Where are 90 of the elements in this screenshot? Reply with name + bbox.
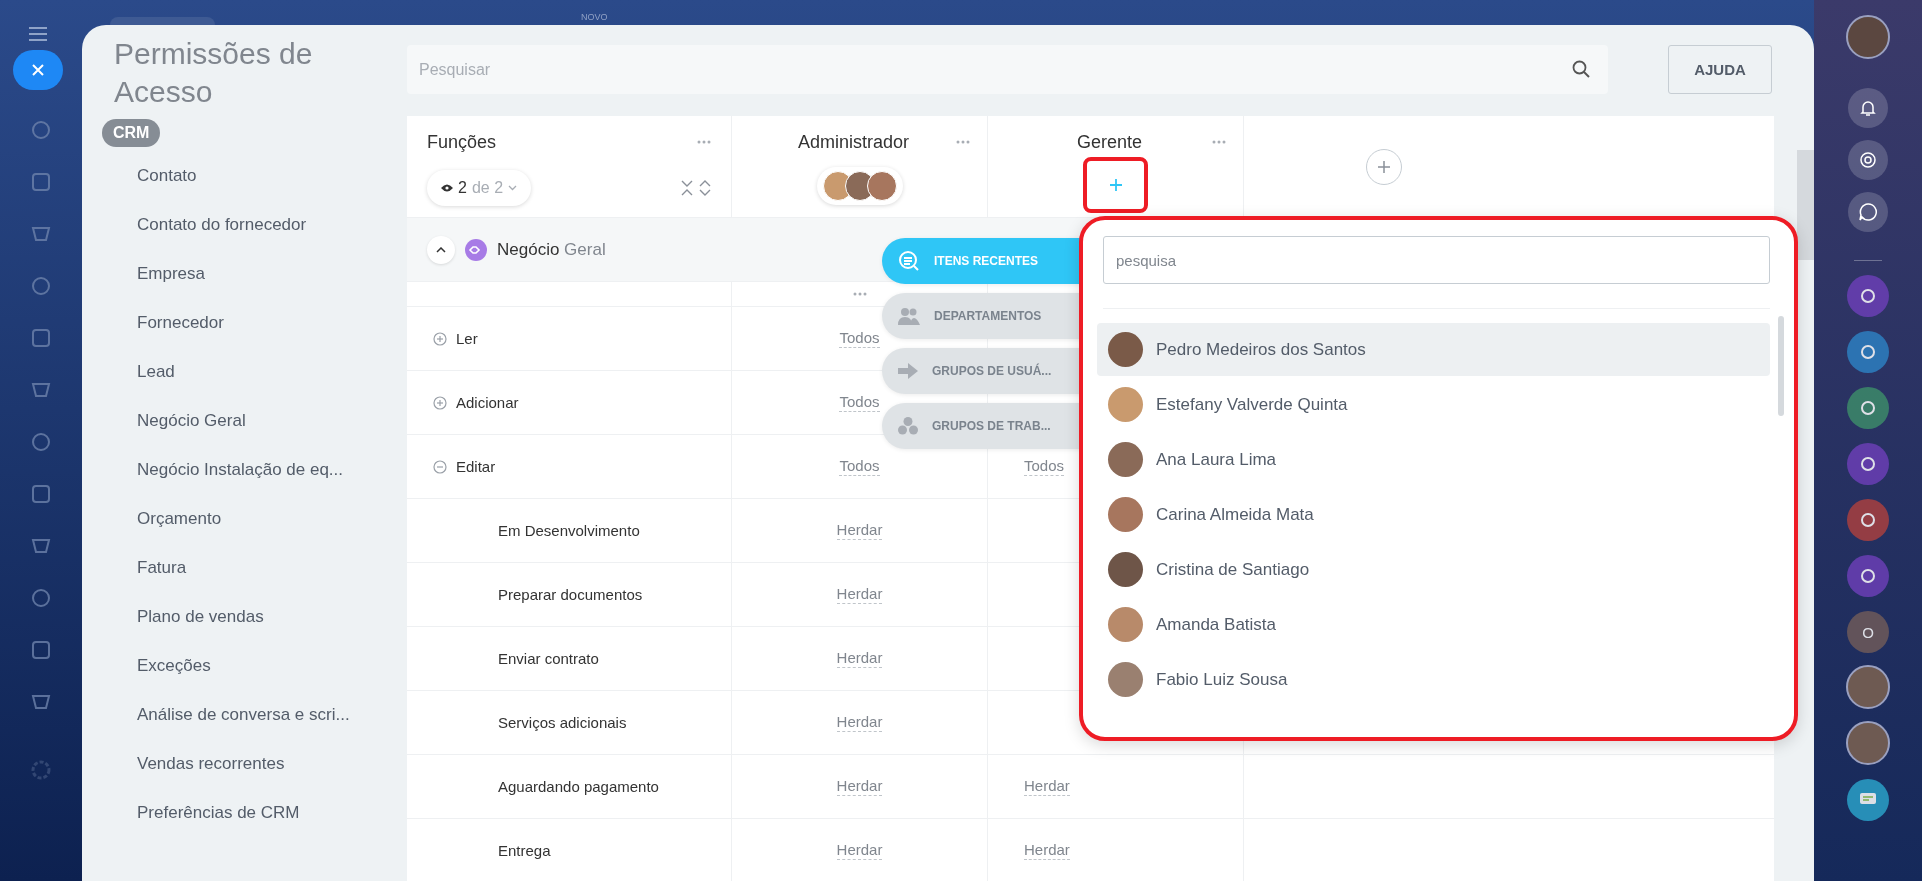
sidebar-item[interactable]: Fornecedor [137, 298, 224, 347]
access-level-link[interactable]: Herdar [836, 521, 883, 540]
hexagons-icon [898, 417, 918, 435]
search-field[interactable]: Pesquisar [407, 45, 1608, 94]
sidebar-item[interactable]: Lead [137, 347, 175, 396]
access-level-link[interactable]: Herdar [836, 841, 883, 860]
sidebar-item[interactable]: Contato do fornecedor [137, 200, 307, 249]
scrollbar-thumb[interactable] [1778, 316, 1784, 416]
permission-label: Aguardando pagamento [498, 778, 659, 795]
access-level-link[interactable]: Herdar [836, 713, 883, 732]
more-icon[interactable] [852, 292, 867, 296]
column-title: Administrador [797, 131, 909, 153]
plus-circle-icon[interactable] [433, 395, 447, 410]
more-icon[interactable] [697, 140, 711, 144]
menu-icon[interactable] [29, 27, 47, 41]
sidebar-item[interactable]: Negócio Instalação de eq... [137, 445, 344, 494]
scrollbar-thumb[interactable] [1797, 150, 1814, 260]
avatar [1108, 662, 1143, 697]
sidebar-item[interactable]: Empresa [137, 249, 206, 298]
filter-button[interactable]: 2 de 2 [427, 170, 532, 206]
plus-icon [1108, 178, 1123, 192]
person-item[interactable]: Amanda Batista [1097, 598, 1770, 651]
new-label: NOVO [581, 12, 608, 22]
minus-circle-icon[interactable] [433, 459, 447, 474]
permission-label: Adicionar [456, 394, 519, 411]
avatar [1108, 497, 1143, 532]
caret-icon [508, 185, 518, 191]
column-title: Gerente [1076, 131, 1142, 153]
search-field[interactable]: pesquisa [1103, 236, 1770, 284]
chat-icon[interactable] [1848, 192, 1888, 232]
arrow-icon [898, 363, 918, 379]
collapse-button[interactable] [427, 235, 455, 264]
permission-label: Ler [456, 330, 478, 347]
permission-label: Serviços adicionais [498, 714, 627, 731]
chevron-icon [436, 246, 446, 253]
plus-icon [1378, 161, 1390, 173]
expand-icon[interactable] [699, 180, 711, 196]
more-icon[interactable] [956, 140, 970, 144]
collapse-icon[interactable] [681, 180, 693, 196]
permission-label: Preparar documentos [498, 586, 643, 603]
sidebar-item[interactable]: Orçamento [137, 494, 222, 543]
section-tag: CRM [102, 119, 161, 147]
permission-label: Enviar contrato [498, 650, 599, 667]
group-title: Negócio Geral [497, 239, 606, 260]
avatar [1108, 332, 1143, 367]
help-button[interactable]: AJUDA [1668, 45, 1772, 94]
bell-icon[interactable] [1848, 88, 1888, 128]
close-button[interactable] [13, 50, 63, 90]
access-level-link[interactable]: Todos [839, 393, 880, 412]
avatar [1108, 607, 1143, 642]
search-list-icon [898, 250, 920, 272]
column-title: Funções [427, 131, 497, 153]
access-level-link[interactable]: Herdar [1024, 777, 1070, 796]
access-level-link[interactable]: Herdar [836, 649, 883, 668]
access-level-link[interactable]: Todos [839, 457, 880, 476]
person-item[interactable]: Fabio Luiz Sousa [1097, 653, 1770, 706]
person-item[interactable]: Cristina de Santiago [1097, 543, 1770, 596]
user-avatar[interactable] [1846, 665, 1890, 709]
access-level-link[interactable]: Herdar [836, 585, 883, 604]
avatar [1108, 387, 1143, 422]
user-avatar[interactable] [1846, 721, 1890, 765]
access-level-link[interactable]: Herdar [1024, 841, 1070, 860]
sidebar-item[interactable]: Negócio Geral [137, 396, 246, 445]
eye-icon [441, 184, 453, 192]
person-item[interactable]: Carina Almeida Mata [1097, 488, 1770, 541]
permission-label: Em Desenvolvimento [498, 522, 640, 539]
permission-label: Entrega [498, 842, 551, 859]
person-item[interactable]: Pedro Medeiros dos Santos [1097, 323, 1770, 376]
add-column-button[interactable] [1366, 149, 1402, 185]
close-icon [31, 63, 45, 77]
initial-avatar[interactable]: O [1847, 611, 1889, 653]
page-title: Permissões de Acesso [114, 36, 314, 110]
message-icon[interactable] [1847, 779, 1889, 821]
sidebar-item[interactable]: Contato [137, 151, 197, 200]
sidebar-item[interactable]: Exceções [137, 641, 211, 690]
access-level-link[interactable]: Herdar [836, 777, 883, 796]
access-level-link[interactable]: Todos [1024, 457, 1065, 476]
sidebar-item[interactable]: Vendas recorrentes [137, 739, 285, 788]
search-icon[interactable] [1572, 60, 1590, 78]
sidebar-item[interactable]: Plano de vendas [137, 592, 264, 641]
user-avatar[interactable] [1846, 15, 1890, 59]
sidebar-item[interactable]: Análise de conversa e scri... [137, 690, 350, 739]
more-icon[interactable] [1212, 140, 1226, 144]
sidebar-item[interactable]: Fatura [137, 543, 187, 592]
permission-label: Editar [456, 458, 496, 475]
access-level-link[interactable]: Todos [839, 329, 880, 348]
avatar [1108, 552, 1143, 587]
sidebar-item[interactable]: Preferências de CRM [137, 788, 300, 837]
plus-circle-icon[interactable] [433, 331, 447, 346]
avatar [1108, 442, 1143, 477]
